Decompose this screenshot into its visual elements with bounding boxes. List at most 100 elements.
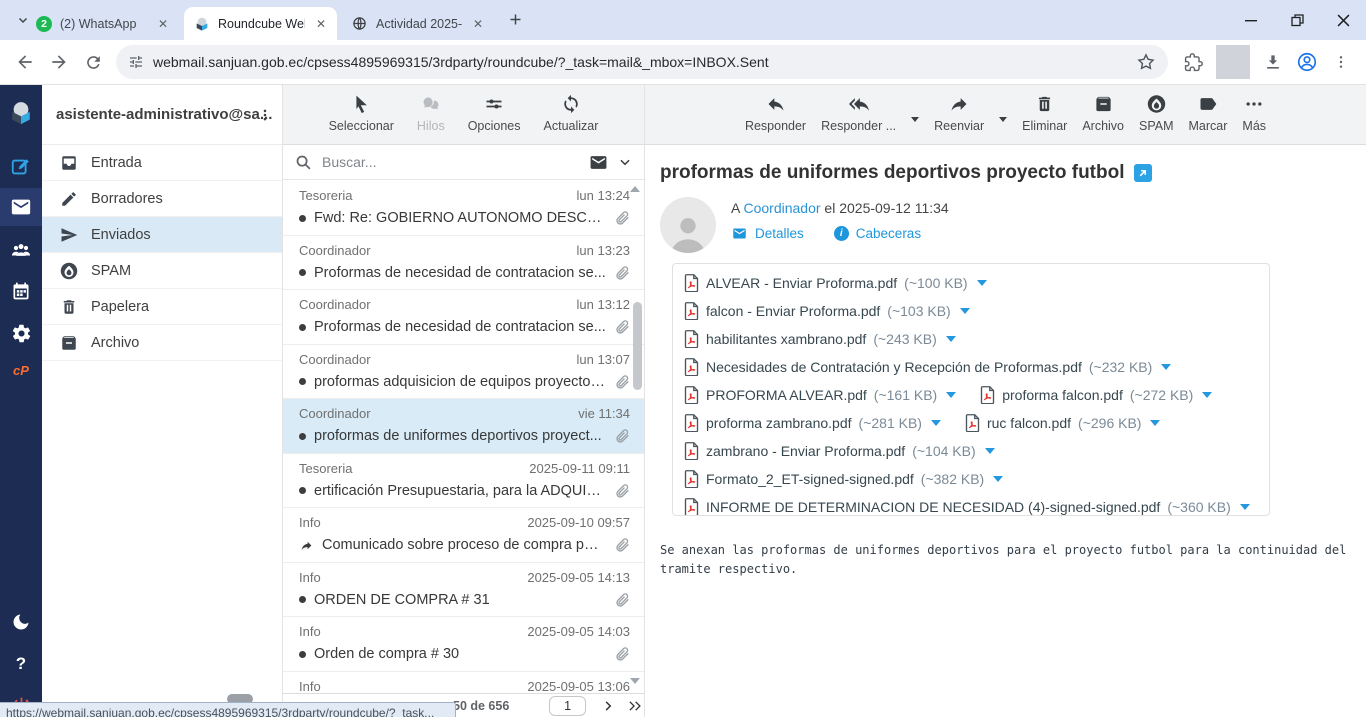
open-in-new-window-icon[interactable] bbox=[1134, 164, 1152, 182]
sidebar-item-enviados[interactable]: Enviados bbox=[42, 217, 282, 253]
message-date: lun 13:12 bbox=[577, 297, 631, 312]
attachment-item[interactable]: proforma zambrano.pdf (~281 KB) bbox=[684, 409, 941, 437]
tab-close-icon[interactable]: ✕ bbox=[155, 16, 171, 32]
dark-mode-moon-icon[interactable] bbox=[0, 603, 42, 641]
message-list-item[interactable]: Info 2025-09-10 09:57 Comunicado sobre p… bbox=[283, 508, 644, 563]
tab-close-icon[interactable]: ✕ bbox=[470, 16, 486, 32]
archive-button[interactable]: Archivo bbox=[1082, 94, 1124, 144]
address-bar[interactable]: webmail.sanjuan.gob.ec/cpsess4895969315/… bbox=[116, 45, 1168, 79]
calendar-icon[interactable] bbox=[0, 272, 42, 310]
message-list-item[interactable]: Coordinador lun 13:23 Proformas de neces… bbox=[283, 236, 644, 291]
attachment-menu-caret-icon[interactable] bbox=[946, 336, 956, 342]
mark-button[interactable]: Marcar bbox=[1189, 94, 1228, 144]
url-text[interactable]: webmail.sanjuan.gob.ec/cpsess4895969315/… bbox=[153, 54, 1127, 70]
attachment-item[interactable]: habilitantes xambrano.pdf (~243 KB) bbox=[684, 325, 956, 353]
settings-gear-icon[interactable] bbox=[0, 314, 42, 352]
spam-button[interactable]: SPAM bbox=[1139, 94, 1174, 144]
bookmark-star-icon[interactable] bbox=[1136, 52, 1156, 72]
attachment-item[interactable]: INFORME DE DETERMINACION DE NECESIDAD (4… bbox=[684, 493, 1250, 516]
sidebar-item-papelera[interactable]: Papelera bbox=[42, 289, 282, 325]
details-toggle[interactable]: Detalles bbox=[731, 226, 804, 241]
window-minimize-button[interactable] bbox=[1228, 0, 1274, 40]
compose-icon[interactable] bbox=[0, 148, 42, 186]
message-list-item[interactable]: Info 2025-09-05 14:03 Orden de compra # … bbox=[283, 617, 644, 672]
reply-button[interactable]: Responder bbox=[745, 94, 806, 144]
scrollbar-thumb[interactable] bbox=[633, 302, 642, 390]
attachment-item[interactable]: ALVEAR - Enviar Proforma.pdf (~100 KB) bbox=[684, 269, 987, 297]
forward-button[interactable] bbox=[42, 45, 76, 79]
attachment-menu-caret-icon[interactable] bbox=[1150, 420, 1160, 426]
scrollbar-down-arrow[interactable] bbox=[630, 678, 640, 684]
reload-button[interactable] bbox=[76, 45, 110, 79]
contacts-icon[interactable] bbox=[0, 231, 42, 269]
options-button[interactable]: Opciones bbox=[468, 94, 521, 144]
delete-button[interactable]: Eliminar bbox=[1022, 94, 1067, 144]
search-scope-envelope-icon[interactable] bbox=[589, 153, 608, 172]
unread-dot-icon bbox=[299, 596, 306, 603]
downloads-icon[interactable] bbox=[1256, 45, 1290, 79]
new-tab-button[interactable] bbox=[508, 12, 523, 27]
forward-menu-caret-icon[interactable] bbox=[999, 117, 1007, 122]
message-list-item[interactable]: Tesoreria lun 13:24 Fwd: Re: GOBIERNO AU… bbox=[283, 181, 644, 236]
extensions-icon[interactable] bbox=[1176, 45, 1210, 79]
attachment-menu-caret-icon[interactable] bbox=[960, 308, 970, 314]
search-input[interactable] bbox=[322, 154, 579, 170]
select-button[interactable]: Seleccionar bbox=[329, 94, 394, 144]
attachment-menu-caret-icon[interactable] bbox=[977, 280, 987, 286]
tab-close-icon[interactable]: ✕ bbox=[313, 16, 329, 32]
flame-icon bbox=[1147, 94, 1166, 114]
attachment-item[interactable]: proforma falcon.pdf (~272 KB) bbox=[980, 381, 1212, 409]
window-close-button[interactable] bbox=[1320, 0, 1366, 40]
message-list-item[interactable]: Coordinador lun 13:07 proformas adquisic… bbox=[283, 345, 644, 400]
help-icon[interactable]: ? bbox=[0, 645, 42, 683]
profile-avatar-icon[interactable] bbox=[1290, 45, 1324, 79]
attachment-menu-caret-icon[interactable] bbox=[946, 392, 956, 398]
tab-whatsapp[interactable]: 2 (2) WhatsApp ✕ bbox=[26, 7, 179, 40]
forward-button[interactable]: Reenviar bbox=[934, 94, 984, 144]
sidebar-item-entrada[interactable]: Entrada bbox=[42, 145, 282, 181]
more-button[interactable]: Más bbox=[1242, 94, 1266, 144]
reply-all-button[interactable]: Responder ... bbox=[821, 94, 896, 144]
tab-actividad[interactable]: Actividad 2025-09-12 08:00:00 ✕ bbox=[342, 7, 494, 40]
site-info-icon[interactable] bbox=[128, 54, 144, 70]
back-button[interactable] bbox=[8, 45, 42, 79]
attachment-item[interactable]: falcon - Enviar Proforma.pdf (~103 KB) bbox=[684, 297, 970, 325]
reply-all-menu-caret-icon[interactable] bbox=[911, 117, 919, 122]
message-list-item[interactable]: Info 2025-09-05 14:13 ORDEN DE COMPRA # … bbox=[283, 563, 644, 618]
page-number-box[interactable]: 1 bbox=[549, 696, 586, 716]
whatsapp-favicon: 2 bbox=[36, 16, 52, 32]
attachment-menu-caret-icon[interactable] bbox=[931, 420, 941, 426]
attachment-menu-caret-icon[interactable] bbox=[993, 476, 1003, 482]
attachment-item[interactable]: Formato_2_ET-signed-signed.pdf (~382 KB) bbox=[684, 465, 1003, 493]
cpanel-icon[interactable]: cP bbox=[0, 351, 42, 389]
sidebar-item-archivo[interactable]: Archivo bbox=[42, 325, 282, 361]
last-page-icon[interactable] bbox=[626, 699, 644, 713]
recipient-link[interactable]: Coordinador bbox=[743, 200, 820, 216]
window-restore-button[interactable] bbox=[1274, 0, 1320, 40]
attachment-menu-caret-icon[interactable] bbox=[1161, 364, 1171, 370]
mail-icon[interactable] bbox=[0, 188, 42, 226]
message-list-item[interactable]: Info 2025-09-05 13:06 bbox=[283, 672, 644, 694]
sidebar-item-borradores[interactable]: Borradores bbox=[42, 181, 282, 217]
attachment-menu-caret-icon[interactable] bbox=[985, 448, 995, 454]
message-view-panel: Responder Responder ... Reenviar Elimina… bbox=[645, 85, 1366, 717]
attachment-item[interactable]: Necesidades de Contratación y Recepción … bbox=[684, 353, 1171, 381]
message-list-item[interactable]: Tesoreria 2025-09-11 09:11 ertificación … bbox=[283, 454, 644, 509]
sidebar-item-spam[interactable]: SPAM bbox=[42, 253, 282, 289]
headers-toggle[interactable]: i Cabeceras bbox=[834, 226, 921, 241]
attachment-item[interactable]: zambrano - Enviar Proforma.pdf (~104 KB) bbox=[684, 437, 995, 465]
tab-roundcube[interactable]: Roundcube Webmail :: Enviados ✕ bbox=[184, 7, 337, 40]
next-page-icon[interactable] bbox=[602, 699, 616, 713]
search-options-chevron-icon[interactable] bbox=[618, 155, 632, 169]
scrollbar-up-arrow[interactable] bbox=[630, 186, 640, 192]
browser-menu-icon[interactable] bbox=[1324, 45, 1358, 79]
attachment-menu-caret-icon[interactable] bbox=[1202, 392, 1212, 398]
message-list-item[interactable]: Coordinador vie 11:34 proformas de unifo… bbox=[283, 399, 644, 454]
attachment-item[interactable]: ruc falcon.pdf (~296 KB) bbox=[965, 409, 1161, 437]
refresh-button[interactable]: Actualizar bbox=[544, 94, 599, 144]
attachment-item[interactable]: PROFORMA ALVEAR.pdf (~161 KB) bbox=[684, 381, 956, 409]
message-list-item[interactable]: Coordinador lun 13:12 Proformas de neces… bbox=[283, 290, 644, 345]
account-menu-kebab-icon[interactable] bbox=[256, 105, 274, 125]
attachment-menu-caret-icon[interactable] bbox=[1240, 504, 1250, 510]
threads-button[interactable]: Hilos bbox=[417, 94, 445, 144]
